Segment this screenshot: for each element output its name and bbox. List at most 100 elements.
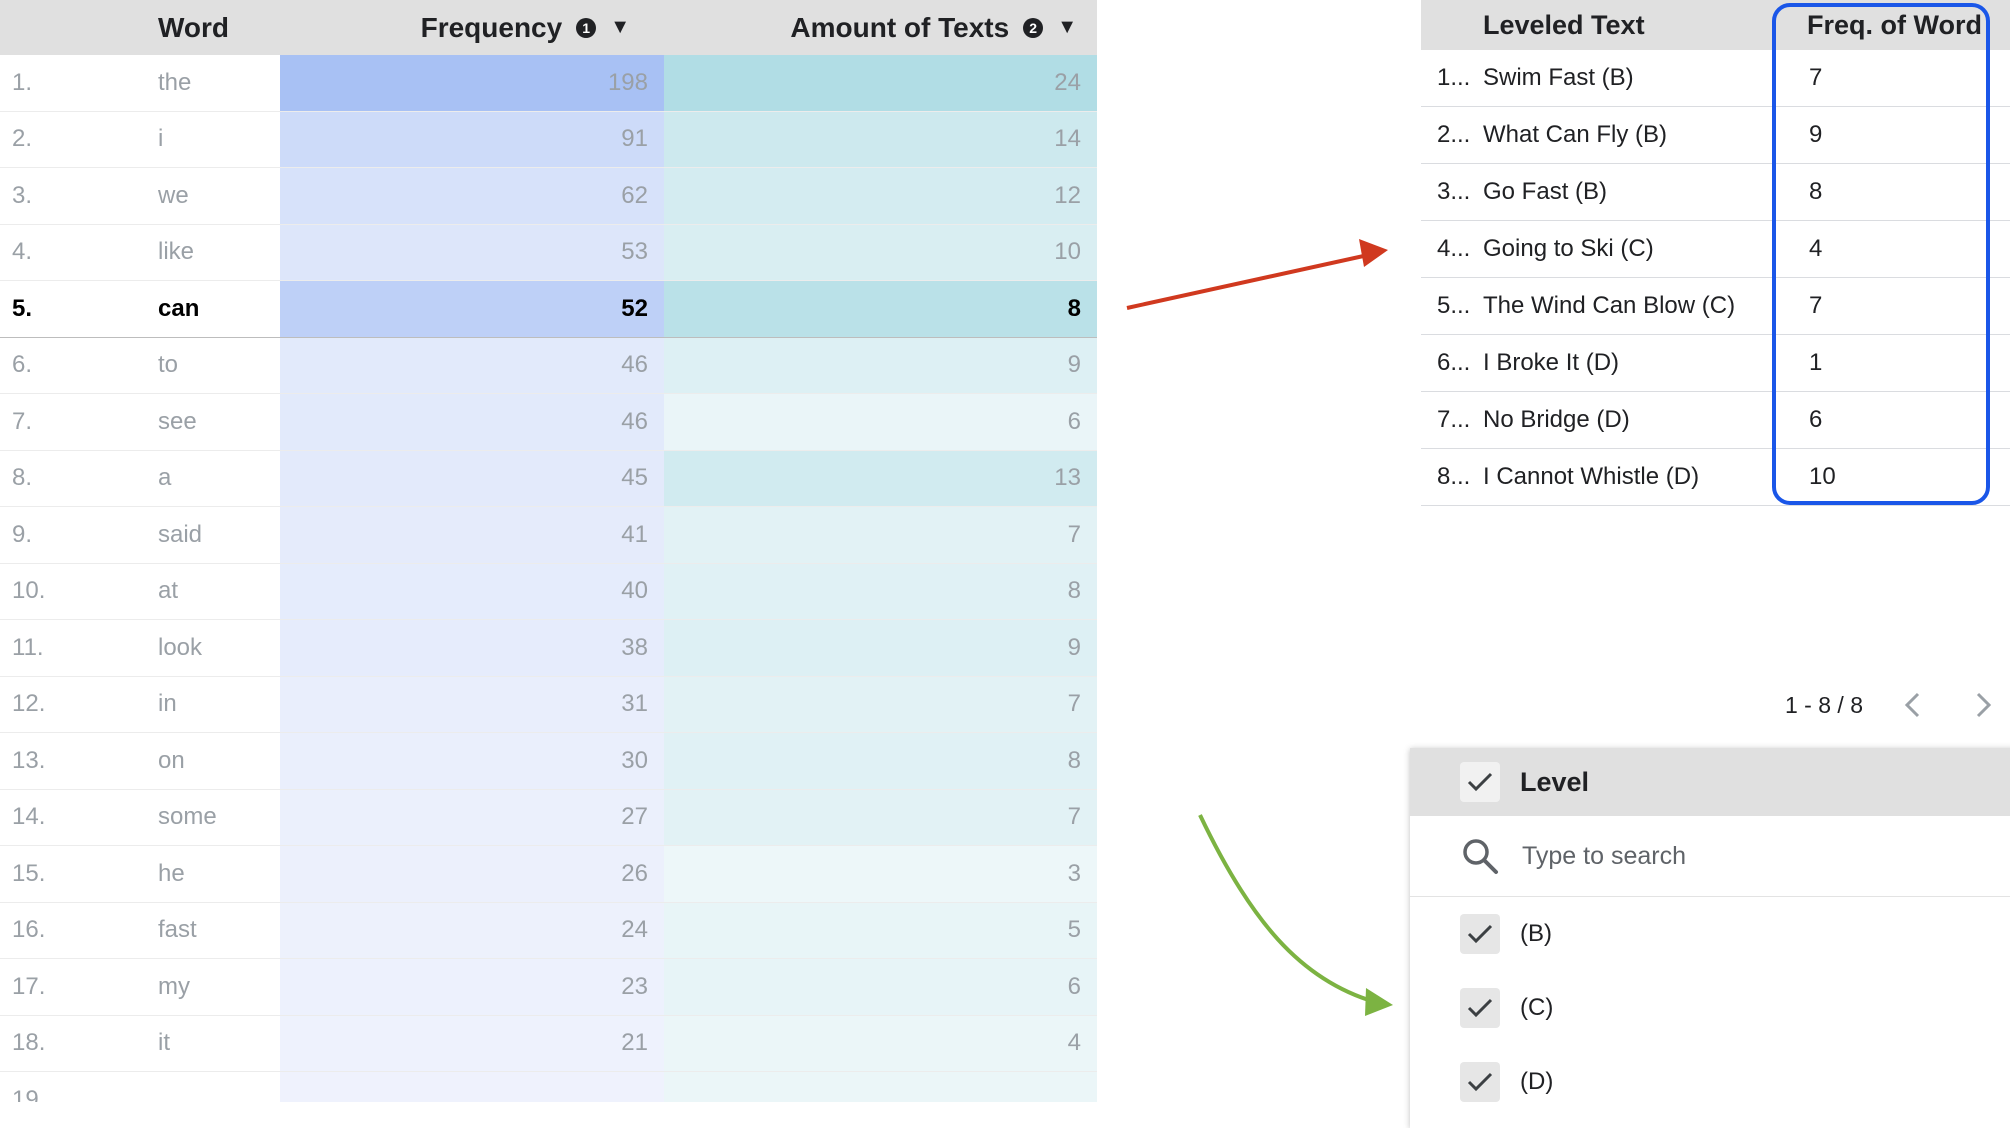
row-index: 2...	[1437, 121, 1471, 148]
table-row[interactable]: 10. at 40 8	[0, 563, 1097, 620]
amount-column-header[interactable]: Amount of Texts 2 ▼	[664, 12, 1097, 44]
row-amount: 7	[664, 676, 1097, 732]
row-index: 5.	[12, 294, 33, 322]
row-frequency: 30	[280, 733, 664, 789]
red-arrow	[1126, 239, 1388, 310]
row-leveled-text: Swim Fast (B)	[1483, 64, 1634, 91]
checkmark-icon	[1467, 772, 1493, 792]
table-row[interactable]: 17. my 23 6	[0, 959, 1097, 1016]
row-amount: 24	[664, 55, 1097, 111]
row-freq-of-word: 10	[1809, 463, 1836, 490]
row-amount: 5	[664, 902, 1097, 958]
row-freq-of-word: 6	[1809, 406, 1823, 433]
green-arrow	[1198, 814, 1393, 1016]
level-filter-header[interactable]: Level	[1410, 748, 2010, 816]
row-word: in	[158, 690, 177, 718]
row-freq-of-word: 7	[1809, 292, 1823, 319]
row-frequency: 27	[280, 789, 664, 845]
table-row[interactable]: 8. a 45 13	[0, 450, 1097, 507]
row-index: 5...	[1437, 292, 1471, 319]
table-row[interactable]: 18. it 21 4	[0, 1015, 1097, 1072]
row-index: 3...	[1437, 178, 1471, 205]
row-index: 4.	[12, 238, 33, 266]
row-word: like	[158, 238, 195, 266]
word-column-header[interactable]: Word	[158, 12, 280, 44]
row-frequency: 198	[280, 55, 664, 111]
row-index: 14.	[12, 803, 46, 831]
select-all-checkbox[interactable]	[1460, 762, 1500, 802]
row-index: 17.	[12, 972, 46, 1000]
level-filter-dropdown: Level (B) (C) (D)	[1410, 748, 2010, 1128]
row-index: 6.	[12, 351, 33, 379]
pagination: 1 - 8 / 8	[1785, 685, 2003, 725]
level-search-input[interactable]	[1520, 840, 1924, 872]
table-row[interactable]: 1. the 198 24	[0, 55, 1097, 112]
table-row[interactable]: 19.	[0, 1072, 1097, 1102]
table-row[interactable]: 4. like 53 10	[0, 224, 1097, 281]
level-options-list: (B) (C) (D)	[1410, 897, 2010, 1119]
table-row[interactable]: 11. look 38 9	[0, 620, 1097, 677]
table-row[interactable]: 5... The Wind Can Blow (C) 7	[1421, 278, 2010, 335]
row-index: 19.	[12, 1085, 46, 1102]
row-word: the	[158, 68, 192, 96]
level-option-checkbox[interactable]	[1460, 914, 1500, 954]
row-leveled-text: What Can Fly (B)	[1483, 121, 1668, 148]
row-freq-of-word: 7	[1809, 64, 1823, 91]
leveled-text-table: Leveled Text Freq. of Word 1... Swim Fast…	[1421, 0, 2010, 506]
row-amount: 10	[664, 224, 1097, 280]
level-option-checkbox[interactable]	[1460, 1062, 1500, 1102]
row-amount: 12	[664, 168, 1097, 224]
table-row[interactable]: 4... Going to Ski (C) 4	[1421, 221, 2010, 278]
sort-desc-icon[interactable]: ▼	[610, 16, 630, 39]
table-row[interactable]: 6... I Broke It (D) 1	[1421, 335, 2010, 392]
table-row[interactable]: 3... Go Fast (B) 8	[1421, 164, 2010, 221]
table-row[interactable]: 12. in 31 7	[0, 676, 1097, 733]
row-amount: 6	[664, 959, 1097, 1015]
word-table-header: Word Frequency 1 ▼ Amount of Texts 2 ▼	[0, 0, 1097, 55]
row-amount: 9	[664, 337, 1097, 393]
row-index: 15.	[12, 859, 46, 887]
table-row[interactable]: 15. he 26 3	[0, 846, 1097, 903]
row-index: 12.	[12, 690, 46, 718]
table-row[interactable]: 6. to 46 9	[0, 337, 1097, 394]
sort-desc-icon[interactable]: ▼	[1057, 16, 1077, 39]
row-frequency: 53	[280, 224, 664, 280]
row-amount: 8	[664, 563, 1097, 619]
level-option[interactable]: (B)	[1410, 897, 2010, 971]
row-leveled-text: I Cannot Whistle (D)	[1483, 463, 1700, 490]
row-frequency: 46	[280, 337, 664, 393]
table-row[interactable]: 7... No Bridge (D) 6	[1421, 392, 2010, 449]
row-frequency: 91	[280, 111, 664, 167]
level-option-label: (B)	[1520, 920, 1552, 947]
table-row[interactable]: 9. said 41 7	[0, 507, 1097, 564]
leveled-text-column-header[interactable]: Leveled Text	[1421, 10, 1777, 41]
row-amount: 4	[664, 1015, 1097, 1071]
row-index: 9.	[12, 520, 33, 548]
level-option[interactable]: (C)	[1410, 971, 2010, 1045]
level-option-checkbox[interactable]	[1460, 988, 1500, 1028]
table-row[interactable]: 13. on 30 8	[0, 733, 1097, 790]
amount-info-icon[interactable]: 2	[1023, 17, 1044, 38]
table-row[interactable]: 5. can 52 8	[0, 281, 1097, 338]
row-amount: 6	[664, 394, 1097, 450]
row-index: 1.	[12, 68, 33, 96]
row-word: to	[158, 351, 179, 379]
table-row[interactable]: 14. some 27 7	[0, 789, 1097, 846]
table-row[interactable]: 16. fast 24 5	[0, 902, 1097, 959]
row-amount: 14	[664, 111, 1097, 167]
table-row[interactable]: 2... What Can Fly (B) 9	[1421, 107, 2010, 164]
chevron-left-icon[interactable]	[1893, 685, 1933, 725]
frequency-column-header[interactable]: Frequency 1 ▼	[280, 12, 664, 44]
table-row[interactable]: 3. we 62 12	[0, 168, 1097, 225]
row-frequency: 31	[280, 676, 664, 732]
chevron-right-icon[interactable]	[1963, 685, 2003, 725]
table-row[interactable]: 1... Swim Fast (B) 7	[1421, 50, 2010, 107]
row-word: see	[158, 407, 197, 435]
table-row[interactable]: 7. see 46 6	[0, 394, 1097, 451]
table-row[interactable]: 2. i 91 14	[0, 111, 1097, 168]
level-option[interactable]: (D)	[1410, 1045, 2010, 1119]
checkmark-icon	[1467, 924, 1493, 944]
frequency-info-icon[interactable]: 1	[576, 17, 597, 38]
table-row[interactable]: 8... I Cannot Whistle (D) 10	[1421, 449, 2010, 506]
freq-of-word-column-header[interactable]: Freq. of Word	[1777, 10, 2010, 41]
